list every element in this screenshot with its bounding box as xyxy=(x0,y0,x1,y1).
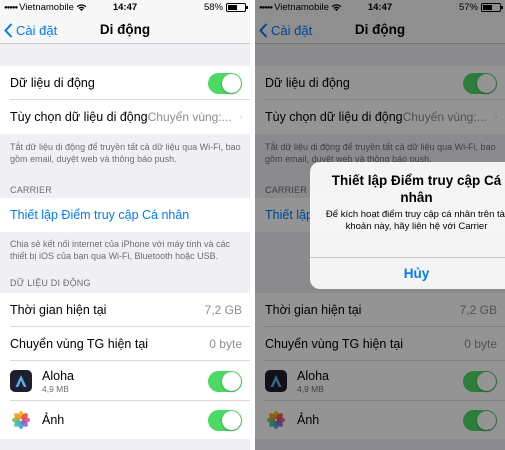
status-bar: ●●●●● Vietnamobile 14:47 58% xyxy=(0,0,250,16)
hotspot-alert-dialog: Thiết lập Điểm truy cập Cá nhân Để kích … xyxy=(310,162,505,289)
mobile-data-label: Dữ liệu di động xyxy=(10,76,95,90)
cellular-settings-screen-with-alert: ●●●●● Vietnamobile 14:47 57% Cài đặt Di … xyxy=(255,0,505,450)
hotspot-footnote: Chia sẻ kết nối internet của iPhone với … xyxy=(10,239,231,261)
mobile-data-row: Dữ liệu di động xyxy=(0,66,250,100)
roaming-label: Chuyển vùng TG hiện tại xyxy=(10,337,149,351)
current-period-value: 7,2 GB xyxy=(204,303,242,317)
battery-percent: 58% xyxy=(203,2,223,13)
carrier-section-header: CARRIER xyxy=(10,185,52,195)
personal-hotspot-label: Thiết lập Điểm truy cập Cá nhân xyxy=(10,208,190,222)
app-data-toggle[interactable] xyxy=(208,409,242,431)
data-options-label: Tùy chọn dữ liệu di động xyxy=(10,110,148,124)
data-options-row[interactable]: Tùy chọn dữ liệu di động Chuyển vùng:... xyxy=(0,100,250,134)
cancel-button[interactable]: Hủy xyxy=(310,258,505,289)
app-name: Ảnh xyxy=(42,413,65,427)
aloha-icon xyxy=(10,370,32,392)
app-name: Aloha xyxy=(42,368,74,383)
chevron-right-icon xyxy=(239,115,242,119)
photos-icon xyxy=(10,409,32,431)
battery-level xyxy=(228,5,238,10)
roaming-row: Chuyển vùng TG hiện tại 0 byte xyxy=(0,327,250,361)
mobile-data-footnote: Tắt dữ liệu di động để truyền tất cả dữ … xyxy=(10,142,241,164)
app-data-size: 4,9 MB xyxy=(42,383,69,394)
screenshot-pair: ●●●●● Vietnamobile 14:47 58% Cài đặt Di … xyxy=(0,0,505,450)
app-data-toggle[interactable] xyxy=(208,370,242,392)
alert-title: Thiết lập Điểm truy cập Cá nhân xyxy=(331,173,502,205)
cellular-settings-screen: ●●●●● Vietnamobile 14:47 58% Cài đặt Di … xyxy=(0,0,250,450)
page-title: Di động xyxy=(99,22,151,37)
personal-hotspot-row[interactable]: Thiết lập Điểm truy cập Cá nhân xyxy=(0,198,250,232)
current-period-label: Thời gian hiện tại xyxy=(10,303,107,317)
navigation-bar: Cài đặt Di động xyxy=(0,16,250,44)
current-period-row: Thời gian hiện tại 7,2 GB xyxy=(0,293,250,327)
alert-message: Để kích hoạt điểm truy cập cá nhân trên … xyxy=(325,209,505,232)
usage-section-header: DỮ LIỆU DI ĐỘNG xyxy=(10,278,91,288)
app-row: Aloha 4,9 MB xyxy=(0,361,250,401)
app-row: Ảnh xyxy=(0,401,250,439)
battery-icon xyxy=(226,3,248,12)
data-options-value: Chuyển vùng:... xyxy=(147,110,232,124)
mobile-data-toggle[interactable] xyxy=(208,72,242,94)
roaming-value: 0 byte xyxy=(209,337,242,351)
